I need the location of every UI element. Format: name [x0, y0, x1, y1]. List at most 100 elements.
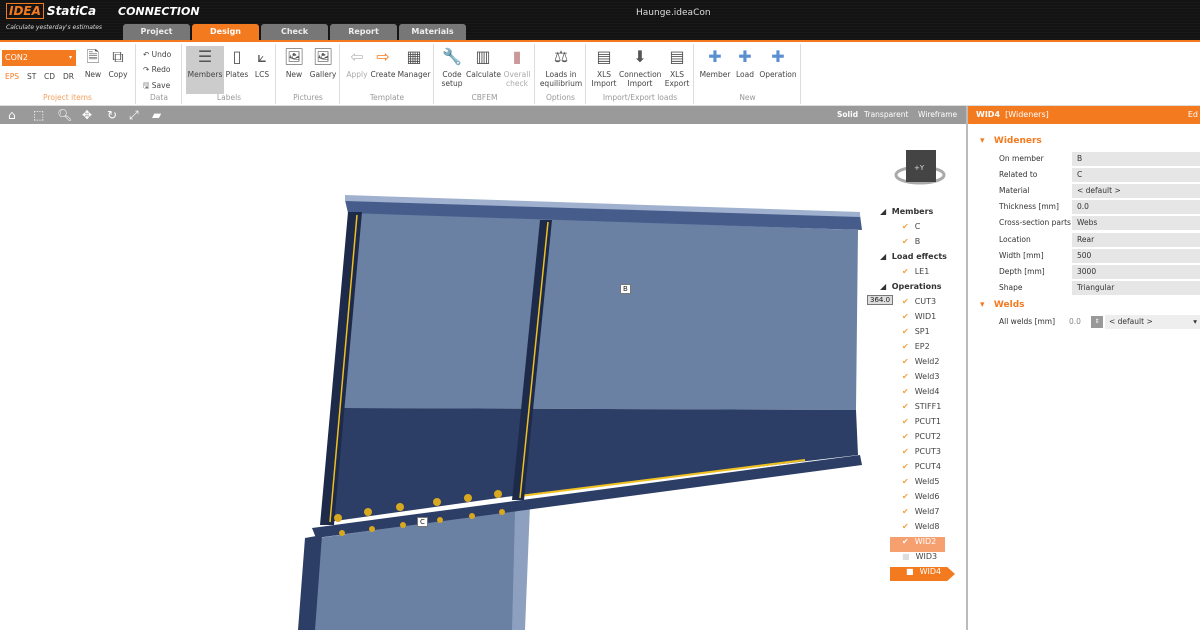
checkbox-checked-icon[interactable]: ✔ — [902, 522, 909, 531]
tab-materials[interactable]: Materials — [399, 24, 466, 40]
tree-group-load-effects[interactable]: ◢ Load effects — [880, 252, 955, 267]
checkbox-checked-icon[interactable]: ✔ — [902, 327, 909, 336]
code-setup-button[interactable]: 🔧 Code setup — [438, 46, 466, 88]
checkbox-checked-icon[interactable]: ✔ — [902, 402, 909, 411]
tree-item-operation[interactable]: ✔ Weld4 — [880, 387, 955, 402]
checkbox-checked-icon[interactable]: ✔ — [902, 222, 909, 231]
checkbox-checked-icon[interactable]: ✔ — [902, 492, 909, 501]
property-value[interactable]: B — [1072, 152, 1200, 166]
tree-item-operation[interactable]: ✔ Weld8 — [880, 522, 955, 537]
property-value[interactable]: 500 — [1072, 248, 1200, 263]
new-load-button[interactable]: ✚ Load — [733, 46, 757, 79]
redo-button[interactable]: ↷ Redo — [143, 65, 171, 74]
checkbox-checked-icon[interactable]: ✔ — [902, 477, 909, 486]
model-3d[interactable]: +Y — [0, 124, 966, 630]
tree-item-member[interactable]: ✔ C — [880, 222, 955, 237]
connection-import-button[interactable]: ⬇ Connection Import — [619, 46, 661, 88]
weld-material-select[interactable]: < default > ▾ — [1105, 315, 1200, 329]
tree-item-operation[interactable]: ✔ Weld3 — [880, 372, 955, 387]
lcs-button[interactable]: ⟀ LCS — [251, 46, 273, 79]
property-value[interactable]: Webs — [1072, 216, 1200, 231]
tab-report[interactable]: Report — [330, 24, 397, 40]
tree-item-operation[interactable]: ✔ PCUT2 — [880, 432, 955, 447]
tab-project[interactable]: Project — [123, 24, 190, 40]
property-value[interactable]: 0.0 — [1072, 200, 1200, 215]
tree-item-operation[interactable]: ✔ Weld2 — [880, 357, 955, 372]
tree-item-operation[interactable]: ✔ SP1 — [880, 327, 955, 342]
tree-item-operation[interactable]: ✔ Weld5 — [880, 477, 955, 492]
property-value[interactable]: Triangular — [1072, 280, 1200, 295]
section-welds[interactable]: ▾ Welds — [980, 300, 1025, 310]
copy-button[interactable]: ⧉ Copy — [106, 46, 130, 79]
new-picture-button[interactable]: 🖼 New — [282, 46, 306, 79]
tree-item-unchecked[interactable]: ■ WID3 — [880, 552, 955, 567]
tree-group-operations[interactable]: ◢ Operations — [880, 282, 955, 297]
tree-item-operation[interactable]: ✔ PCUT4 — [880, 462, 955, 477]
checkbox-checked-icon[interactable]: ✔ — [902, 267, 909, 276]
calculate-button[interactable]: ▥ Calculate — [466, 46, 501, 79]
item-st[interactable]: ST — [27, 72, 36, 81]
tab-design[interactable]: Design — [192, 24, 259, 40]
tree-item-operation[interactable]: ✔ CUT3 — [880, 297, 955, 312]
property-value[interactable]: 3000 — [1072, 264, 1200, 279]
pan-icon[interactable]: ✥ — [82, 108, 92, 122]
tree-item-operation[interactable]: ✔ WID1 — [880, 312, 955, 327]
rotate-icon[interactable]: ↻ — [107, 108, 117, 122]
template-manager-button[interactable]: ▦ Manager — [397, 46, 431, 79]
checkbox-empty-icon[interactable]: ■ — [902, 552, 910, 561]
stepper-icon[interactable]: ⇕ — [1091, 316, 1103, 328]
zoom-window-icon[interactable]: ⬚ — [33, 108, 44, 122]
view-cube[interactable]: +Y — [894, 150, 946, 185]
zoom-extents-icon[interactable]: ⤢ — [129, 108, 139, 123]
save-button[interactable]: 🖫 Save — [143, 80, 170, 93]
checkbox-checked-icon[interactable]: ✔ — [902, 372, 909, 381]
xls-export-button[interactable]: ▤ XLS Export — [664, 46, 690, 88]
item-eps[interactable]: EPS — [5, 72, 19, 81]
view-solid[interactable]: Solid — [837, 110, 858, 119]
members-labels-button[interactable]: ☰ Members — [186, 46, 224, 94]
property-value[interactable]: C — [1072, 168, 1200, 183]
tree-item-selected[interactable]: ■ WID4 — [890, 567, 955, 581]
weld-size-value[interactable]: 0.0 — [1069, 315, 1081, 329]
new-connection-button[interactable]: 🗎 New — [82, 46, 104, 79]
edit-button[interactable]: Ed — [1188, 106, 1198, 124]
property-value[interactable]: < default > — [1072, 184, 1200, 199]
new-member-button[interactable]: ✚ Member — [698, 46, 732, 79]
undo-button[interactable]: ↶ Undo — [143, 50, 171, 59]
tree-group-members[interactable]: ◢ Members — [880, 207, 955, 222]
tree-item-load-effect[interactable]: ✔ LE1 — [880, 267, 955, 282]
tree-item-member[interactable]: ✔ B — [880, 237, 955, 252]
checkbox-checked-icon[interactable]: ✔ — [902, 432, 909, 441]
tree-item-operation[interactable]: ✔ PCUT1 — [880, 417, 955, 432]
gallery-button[interactable]: 🖼 Gallery — [308, 46, 338, 79]
view-transparent[interactable]: Transparent — [864, 110, 908, 119]
loads-equilibrium-button[interactable]: ⚖ Loads in equilibrium — [538, 46, 584, 88]
view-wireframe[interactable]: Wireframe — [918, 110, 957, 119]
render-icon[interactable]: ▰ — [152, 108, 161, 122]
new-operation-button[interactable]: ✚ Operation — [758, 46, 798, 79]
item-cd[interactable]: CD — [44, 72, 55, 81]
checkbox-empty-icon[interactable]: ■ — [906, 567, 914, 576]
checkbox-checked-icon[interactable]: ✔ — [902, 237, 909, 246]
apply-template-button[interactable]: ⇦ Apply — [344, 46, 370, 79]
tree-item-hover[interactable]: ✔ WID2 — [890, 537, 945, 552]
create-template-button[interactable]: ⇨ Create — [370, 46, 396, 79]
tree-item-operation[interactable]: ✔ PCUT3 — [880, 447, 955, 462]
checkbox-checked-icon[interactable]: ✔ — [902, 342, 909, 351]
tab-check[interactable]: Check — [261, 24, 328, 40]
tree-item-operation[interactable]: ✔ Weld6 — [880, 492, 955, 507]
connection-select[interactable]: CON2 ▾ — [2, 50, 76, 66]
overall-check-button[interactable]: ▮ Overall check — [501, 46, 533, 88]
checkbox-checked-icon[interactable]: ✔ — [902, 357, 909, 366]
checkbox-checked-icon[interactable]: ✔ — [902, 507, 909, 516]
xls-import-button[interactable]: ▤ XLS Import — [591, 46, 617, 88]
checkbox-checked-icon[interactable]: ✔ — [902, 462, 909, 471]
checkbox-checked-icon[interactable]: ✔ — [902, 312, 909, 321]
3d-viewport[interactable]: +Y B C 364.0 — [0, 124, 966, 630]
checkbox-checked-icon[interactable]: ✔ — [902, 447, 909, 456]
tree-item-operation[interactable]: ✔ EP2 — [880, 342, 955, 357]
home-icon[interactable]: ⌂ — [8, 108, 16, 122]
checkbox-checked-icon[interactable]: ✔ — [902, 387, 909, 396]
zoom-icon[interactable]: 🔍︎ — [57, 108, 72, 122]
tree-item-operation[interactable]: ✔ STIFF1 — [880, 402, 955, 417]
